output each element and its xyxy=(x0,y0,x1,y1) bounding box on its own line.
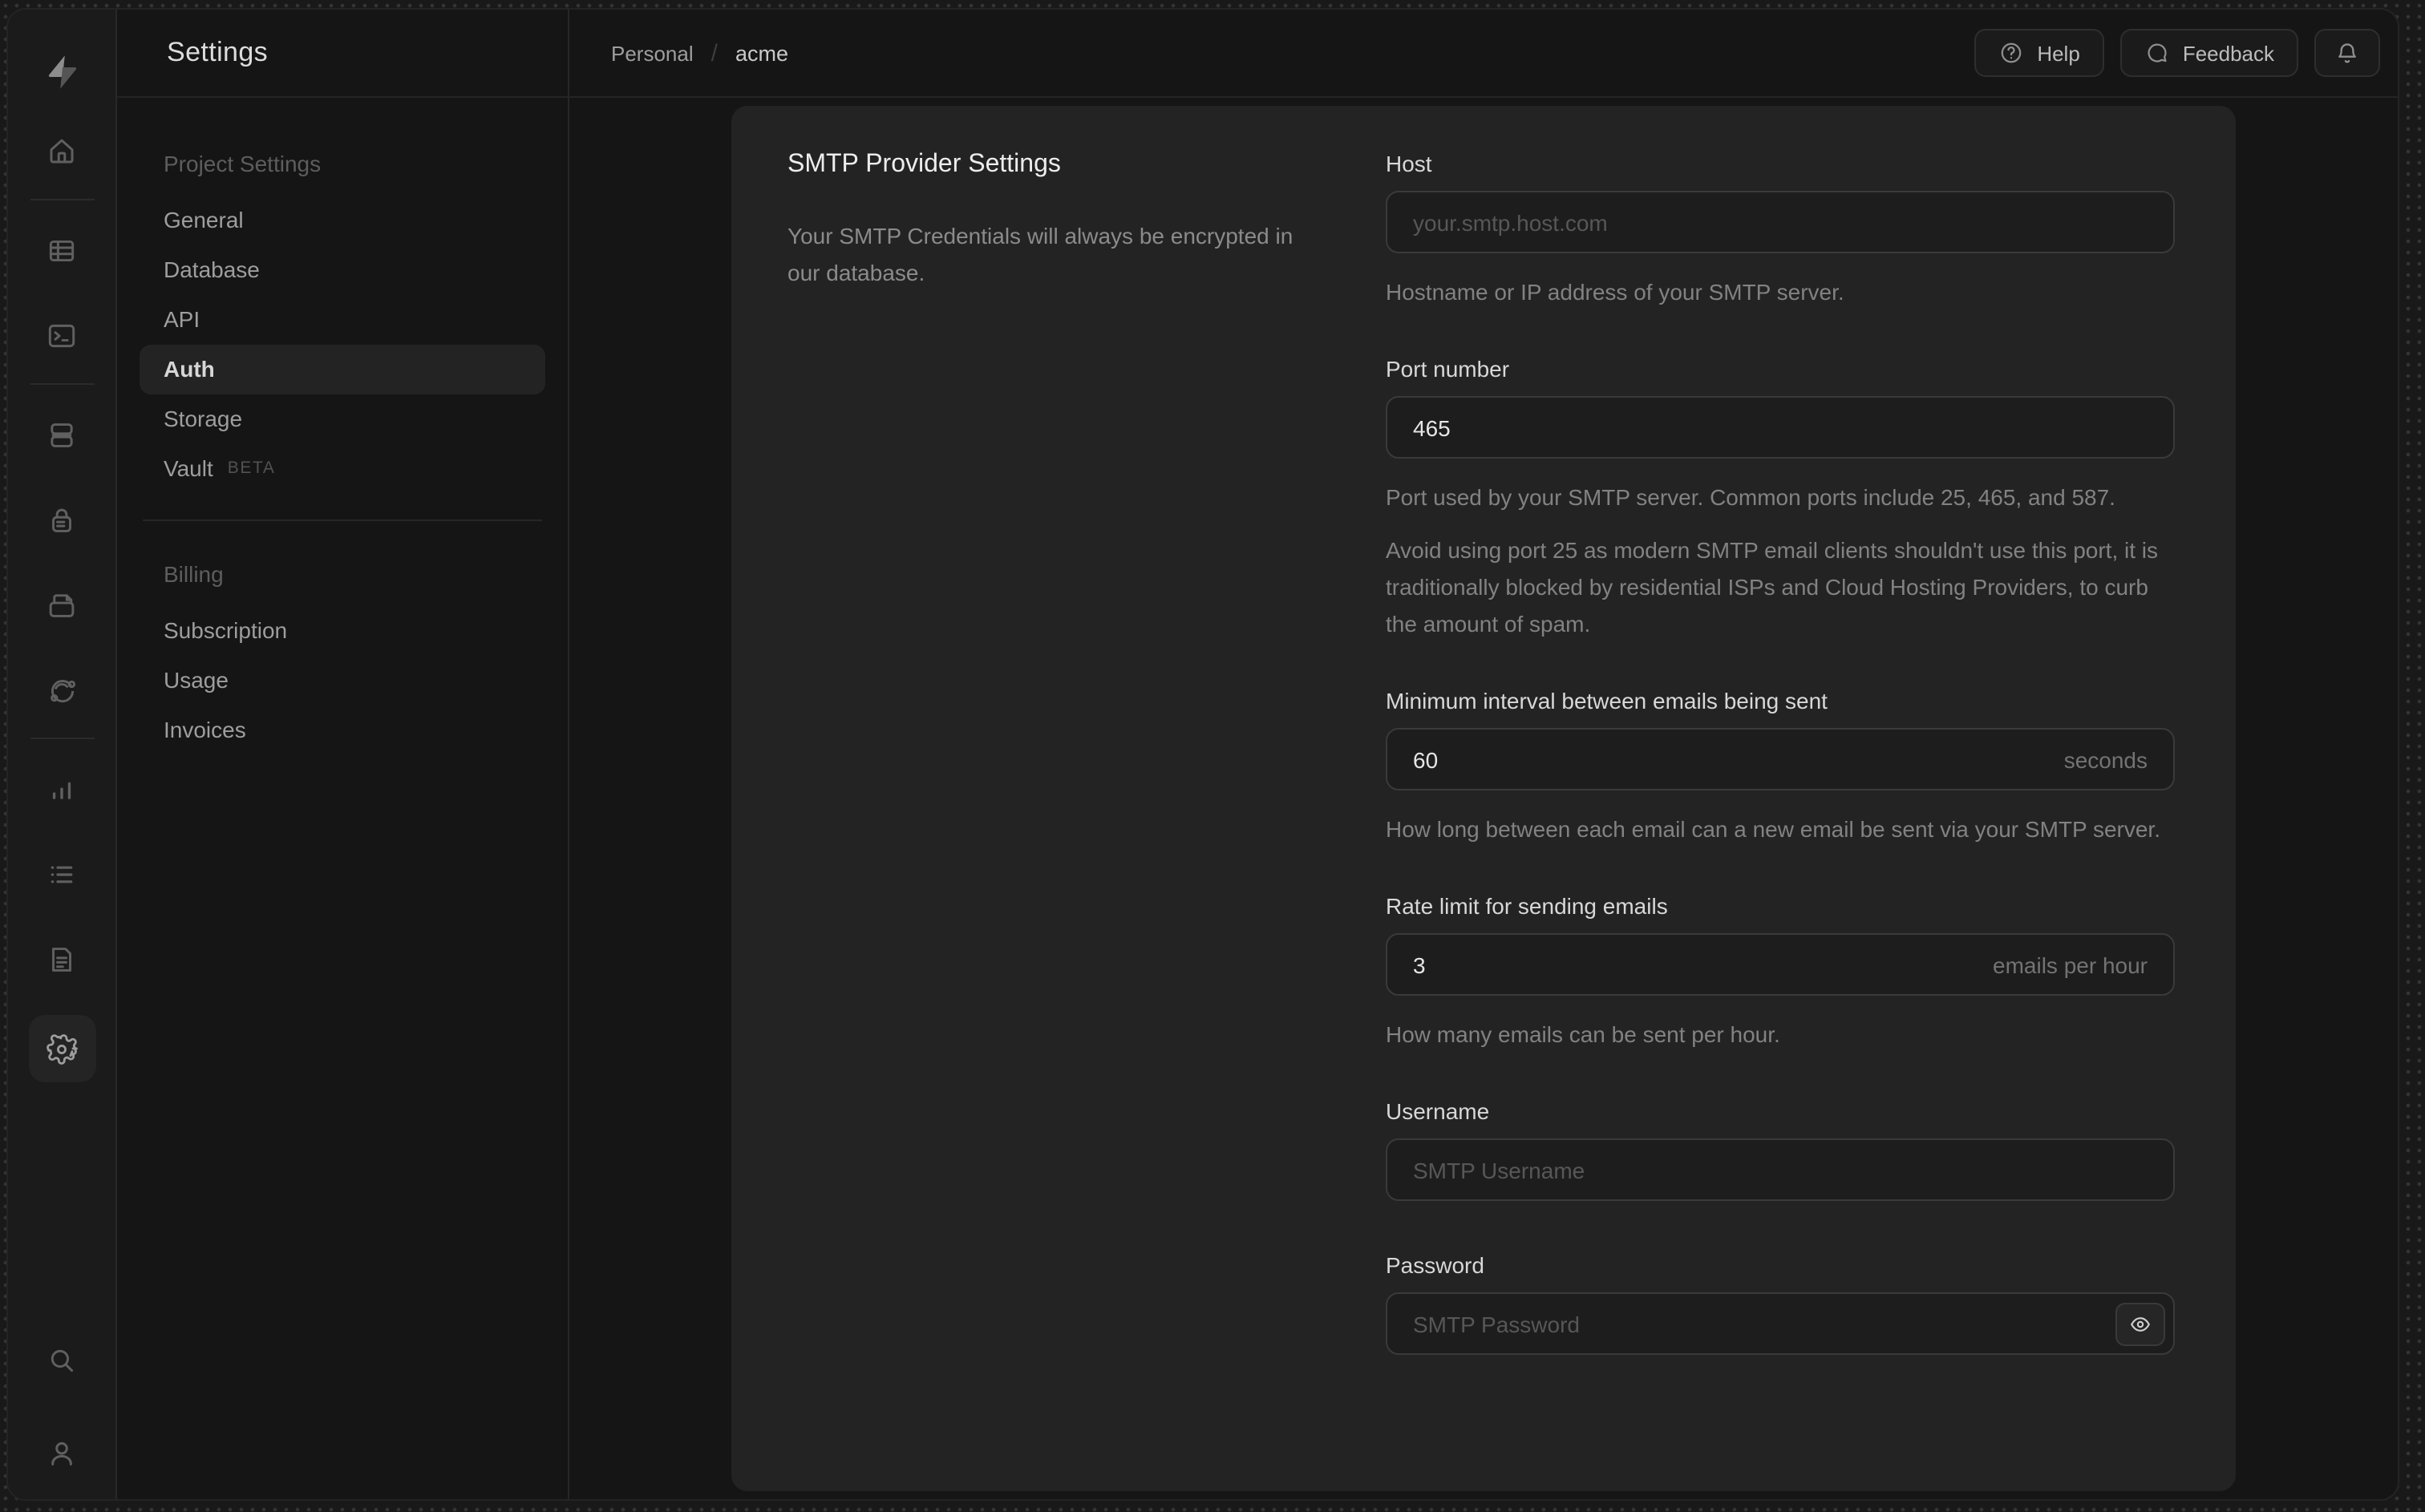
port-note: Avoid using port 25 as modern SMTP email… xyxy=(1386,537,2159,637)
sidebar-item-subscription[interactable]: Subscription xyxy=(140,606,545,656)
supabase-logo[interactable] xyxy=(38,48,86,96)
sidebar-item-invoices[interactable]: Invoices xyxy=(140,705,545,755)
feedback-button-label: Feedback xyxy=(2182,41,2274,65)
feedback-button[interactable]: Feedback xyxy=(2119,29,2298,77)
settings-sidebar: Settings Project Settings General Databa… xyxy=(117,10,569,1499)
sidebar-item-database[interactable]: Database xyxy=(140,245,545,295)
settings-icon[interactable] xyxy=(28,1015,95,1082)
sidebar-item-api[interactable]: API xyxy=(140,295,545,345)
panel-title: SMTP Provider Settings xyxy=(787,151,1061,178)
help-button-label: Help xyxy=(2037,41,2080,65)
host-helper: Hostname or IP address of your SMTP serv… xyxy=(1386,279,1844,305)
interval-input[interactable] xyxy=(1386,728,2175,790)
auth-icon[interactable] xyxy=(33,491,91,548)
panel-intro: SMTP Provider Settings Your SMTP Credent… xyxy=(787,148,1325,1355)
table-editor-icon[interactable] xyxy=(33,221,91,279)
sidebar-item-storage[interactable]: Storage xyxy=(140,394,545,444)
rate-helper: How many emails can be sent per hour. xyxy=(1386,1021,1780,1047)
rail-bottom-group xyxy=(33,1331,91,1482)
section-label-project-settings: Project Settings xyxy=(164,151,322,176)
beta-badge: BETA xyxy=(227,459,276,478)
logs-icon[interactable] xyxy=(33,845,91,903)
rail-divider xyxy=(30,383,94,385)
smtp-form: Host Hostname or IP address of your SMTP… xyxy=(1386,148,2175,1355)
bell-icon xyxy=(2338,42,2356,63)
sidebar-item-vault[interactable]: Vault BETA xyxy=(140,444,545,494)
app-window: Settings Project Settings General Databa… xyxy=(6,8,2399,1501)
host-label: Host xyxy=(1386,151,1432,176)
section-label-billing: Billing xyxy=(164,561,224,587)
reports-icon[interactable] xyxy=(33,760,91,818)
main-area: Personal / acme Help Feedback SMTP Provi… xyxy=(569,10,2398,1499)
host-input[interactable] xyxy=(1386,191,2175,253)
sidebar-divider xyxy=(143,519,542,521)
panel-description: Your SMTP Credentials will always be enc… xyxy=(787,223,1293,285)
password-label: Password xyxy=(1386,1252,1484,1278)
port-label: Port number xyxy=(1386,356,1510,382)
sidebar-item-auth[interactable]: Auth xyxy=(140,345,545,394)
topbar-actions: Help Feedback xyxy=(1974,29,2380,77)
breadcrumb-project[interactable]: acme xyxy=(735,41,788,65)
account-icon[interactable] xyxy=(33,1424,91,1482)
help-button[interactable]: Help xyxy=(1974,29,2104,77)
notifications-button[interactable] xyxy=(2314,29,2380,77)
interval-helper: How long between each email can a new em… xyxy=(1386,816,2160,842)
eye-icon xyxy=(2130,1316,2151,1331)
smtp-settings-panel: SMTP Provider Settings Your SMTP Credent… xyxy=(731,106,2236,1491)
port-input[interactable] xyxy=(1386,396,2175,459)
breadcrumb-org[interactable]: Personal xyxy=(611,41,694,65)
icon-rail xyxy=(8,10,117,1499)
port-helper: Port used by your SMTP server. Common po… xyxy=(1386,484,2115,510)
sidebar-item-vault-label: Vault xyxy=(164,455,213,481)
password-input[interactable] xyxy=(1386,1292,2175,1355)
username-label: Username xyxy=(1386,1098,1490,1124)
rail-divider xyxy=(30,738,94,739)
home-icon[interactable] xyxy=(33,122,91,180)
rate-label: Rate limit for sending emails xyxy=(1386,893,1668,919)
storage-icon[interactable] xyxy=(33,576,91,633)
interval-label: Minimum interval between emails being se… xyxy=(1386,688,1828,714)
rate-input[interactable] xyxy=(1386,933,2175,996)
docs-icon[interactable] xyxy=(33,930,91,988)
help-circle-icon xyxy=(2001,42,2022,63)
sidebar-item-usage[interactable]: Usage xyxy=(140,656,545,705)
page-title: Settings xyxy=(167,37,269,67)
username-input[interactable] xyxy=(1386,1138,2175,1201)
settings-sidebar-header: Settings xyxy=(117,10,568,98)
content-area: SMTP Provider Settings Your SMTP Credent… xyxy=(569,98,2398,1499)
rail-divider xyxy=(30,199,94,200)
sidebar-item-general[interactable]: General xyxy=(140,196,545,245)
sql-editor-icon[interactable] xyxy=(33,306,91,364)
reveal-password-button[interactable] xyxy=(2115,1302,2165,1345)
database-icon[interactable] xyxy=(33,406,91,463)
breadcrumb-separator: / xyxy=(710,39,718,67)
desktop-background: Settings Project Settings General Databa… xyxy=(0,0,2425,1512)
topbar: Personal / acme Help Feedback xyxy=(569,10,2398,98)
edge-functions-icon[interactable] xyxy=(33,661,91,718)
search-icon[interactable] xyxy=(33,1331,91,1389)
speech-bubble-icon xyxy=(2148,43,2167,63)
